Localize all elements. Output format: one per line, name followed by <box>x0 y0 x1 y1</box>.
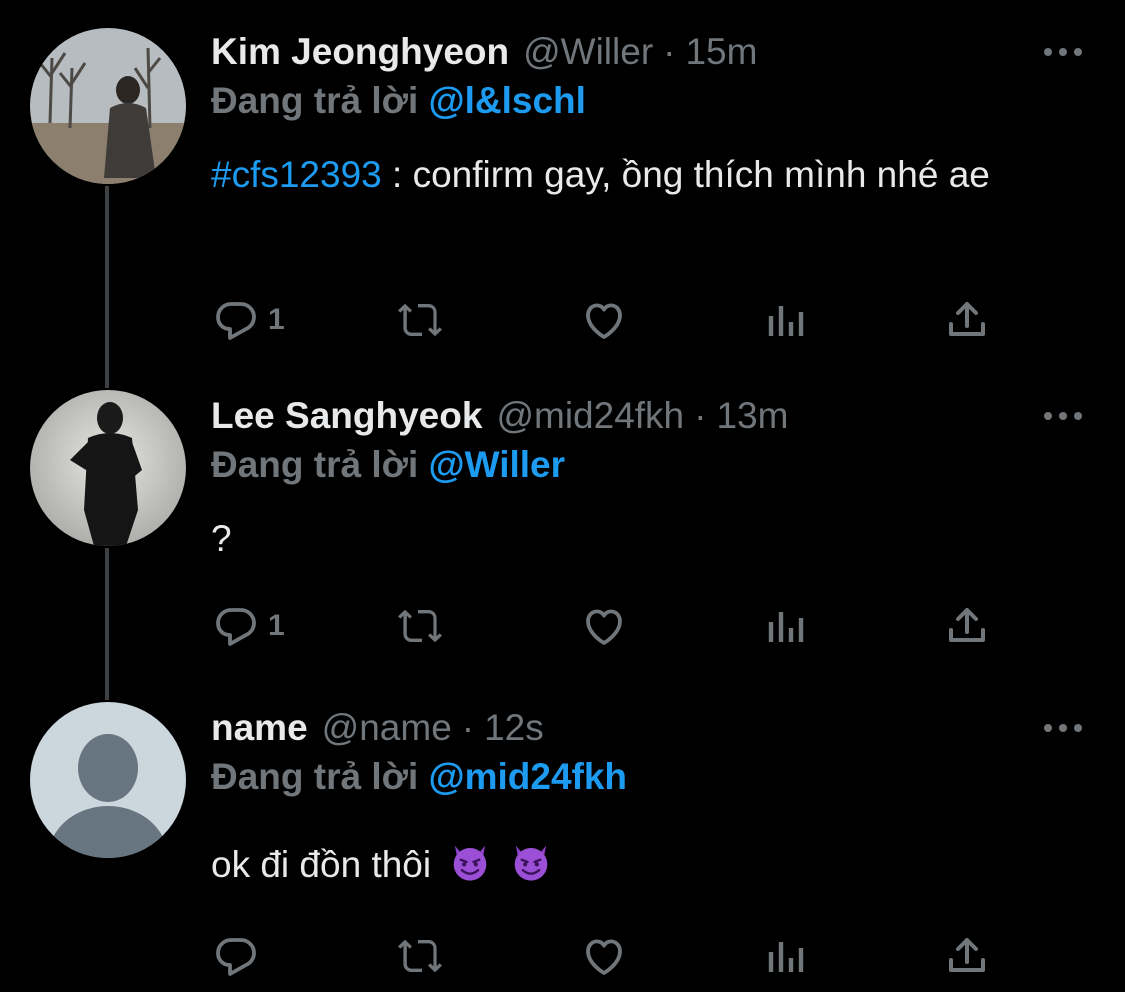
replying-to-handle[interactable]: @mid24fkh <box>429 756 628 797</box>
hashtag-link[interactable]: #cfs12393 <box>211 154 382 195</box>
separator-dot: · <box>663 31 676 72</box>
reply-icon <box>216 938 256 976</box>
analytics-icon <box>768 942 804 972</box>
tweet[interactable]: name @name · 12s Đang trả lời @mid24fkh … <box>0 700 1125 992</box>
timestamp[interactable]: 13m <box>716 395 788 437</box>
replying-to: Đang trả lời @l&lschl <box>211 80 586 122</box>
tweet-text-content: ? <box>211 518 232 559</box>
reply-icon <box>216 608 256 646</box>
analytics-icon <box>768 612 804 642</box>
views-button[interactable] <box>763 926 811 986</box>
reply-count: 1 <box>268 609 285 642</box>
display-name[interactable]: Lee Sanghyeok <box>211 395 482 437</box>
share-icon <box>949 302 985 336</box>
heart-icon <box>586 609 622 645</box>
replying-to-label: Đang trả lời <box>211 444 419 485</box>
reply-count: 1 <box>268 303 285 336</box>
views-button[interactable] <box>763 596 811 656</box>
reply-button[interactable]: 1 <box>212 596 285 656</box>
replying-to: Đang trả lời @mid24fkh <box>211 756 627 798</box>
replying-to-label: Đang trả lời <box>211 80 419 121</box>
smiling-imp-emoji <box>454 845 487 881</box>
heart-icon <box>586 939 622 975</box>
replying-to-label: Đang trả lời <box>211 756 419 797</box>
retweet-button[interactable] <box>396 596 444 656</box>
retweet-button[interactable] <box>396 926 444 986</box>
tweet-text: #cfs12393 : confirm gay, ồng thích mình … <box>211 148 1071 201</box>
retweet-icon <box>398 609 442 643</box>
separator-dot: · <box>461 707 475 748</box>
share-icon <box>949 938 985 972</box>
separator-dot: · <box>694 395 707 436</box>
retweet-button[interactable] <box>396 290 444 350</box>
replying-to: Đang trả lời @Willer <box>211 444 565 486</box>
views-button[interactable] <box>763 290 811 350</box>
display-name[interactable]: name <box>211 707 308 749</box>
username-handle[interactable]: @mid24fkh <box>496 395 684 437</box>
share-icon <box>949 608 985 642</box>
retweet-icon <box>398 303 442 337</box>
tweet-actions: 1 <box>0 596 1125 656</box>
timestamp[interactable]: 12s <box>484 707 544 749</box>
tweet[interactable]: Kim Jeonghyeon @Willer · 15m Đang trả lờ… <box>0 24 1125 354</box>
like-button[interactable] <box>580 290 628 350</box>
analytics-icon <box>768 306 804 336</box>
tweet-actions: 1 <box>0 290 1125 350</box>
more-dots-icon[interactable] <box>1044 42 1082 62</box>
tweet-header: name @name · 12s <box>211 700 544 756</box>
tweet-actions <box>0 926 1125 986</box>
smiling-imp-emoji <box>514 845 548 881</box>
username-handle[interactable]: @Willer <box>523 31 653 73</box>
reply-button[interactable] <box>212 926 268 986</box>
reply-icon <box>216 302 256 340</box>
share-button[interactable] <box>943 926 991 986</box>
tweet[interactable]: Lee Sanghyeok @mid24fkh · 13m Đang trả l… <box>0 388 1125 688</box>
share-button[interactable] <box>943 290 991 350</box>
replying-to-handle[interactable]: @l&lschl <box>429 80 586 121</box>
tweet-text-content: ok đi đồn thôi <box>211 844 432 885</box>
replying-to-handle[interactable]: @Willer <box>429 444 566 485</box>
reply-button[interactable]: 1 <box>212 290 285 350</box>
like-button[interactable] <box>580 596 628 656</box>
like-button[interactable] <box>580 926 628 986</box>
tweet-header: Kim Jeonghyeon @Willer · 15m <box>211 24 757 80</box>
avatar[interactable] <box>30 702 186 858</box>
timestamp[interactable]: 15m <box>685 31 757 73</box>
display-name[interactable]: Kim Jeonghyeon <box>211 31 509 73</box>
avatar[interactable] <box>30 390 186 546</box>
tweet-text: ? <box>211 512 1071 565</box>
more-dots-icon[interactable] <box>1044 406 1082 426</box>
retweet-icon <box>398 939 442 973</box>
heart-icon <box>586 303 622 339</box>
tweet-text-content: : confirm gay, ồng thích mình nhé ae <box>381 154 990 195</box>
share-button[interactable] <box>943 596 991 656</box>
tweet-text: ok đi đồn thôi <box>211 838 1071 891</box>
username-handle[interactable]: @name <box>322 707 452 749</box>
avatar[interactable] <box>30 28 186 184</box>
more-dots-icon[interactable] <box>1044 718 1082 738</box>
tweet-header: Lee Sanghyeok @mid24fkh · 13m <box>211 388 788 444</box>
